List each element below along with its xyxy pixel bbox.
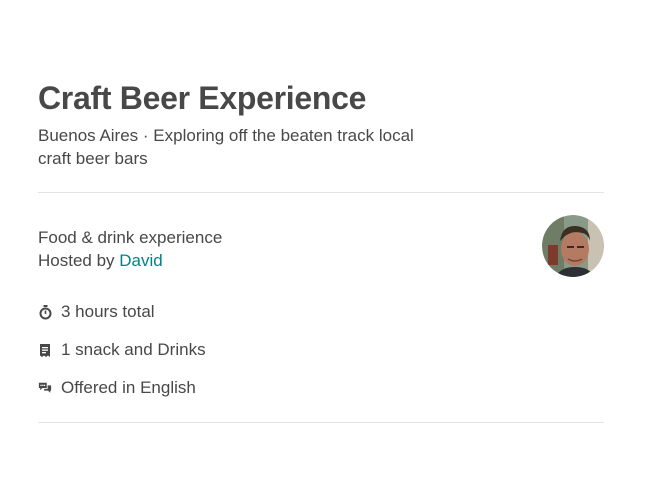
host-name-link[interactable]: David bbox=[119, 251, 162, 270]
detail-label: 3 hours total bbox=[61, 302, 155, 321]
hosted-by-line: Hosted by David bbox=[38, 249, 222, 272]
detail-label: 1 snack and Drinks bbox=[61, 340, 206, 359]
experience-category: Food & drink experience bbox=[38, 228, 223, 247]
host-summary: Food & drink experience Hosted by David bbox=[38, 226, 222, 272]
city-label: Buenos Aires bbox=[38, 126, 139, 145]
host-avatar[interactable] bbox=[542, 215, 604, 277]
section-divider-top bbox=[38, 192, 604, 193]
subtitle-separator: · bbox=[138, 126, 154, 145]
detail-label: Offered in English bbox=[61, 378, 196, 397]
experience-subtitle: Buenos Aires · Exploring off the beaten … bbox=[38, 124, 448, 170]
section-divider-bottom bbox=[38, 422, 604, 423]
detail-language: Offered in English bbox=[38, 378, 196, 398]
timer-icon bbox=[38, 304, 52, 319]
page-title: Craft Beer Experience bbox=[38, 80, 367, 116]
detail-food: 1 snack and Drinks bbox=[38, 340, 206, 360]
receipt-icon bbox=[38, 343, 52, 357]
hosted-by-label: Hosted by bbox=[38, 251, 120, 270]
chat-bubbles-icon bbox=[38, 381, 52, 395]
detail-duration: 3 hours total bbox=[38, 302, 155, 322]
host-avatar-image bbox=[542, 215, 604, 277]
